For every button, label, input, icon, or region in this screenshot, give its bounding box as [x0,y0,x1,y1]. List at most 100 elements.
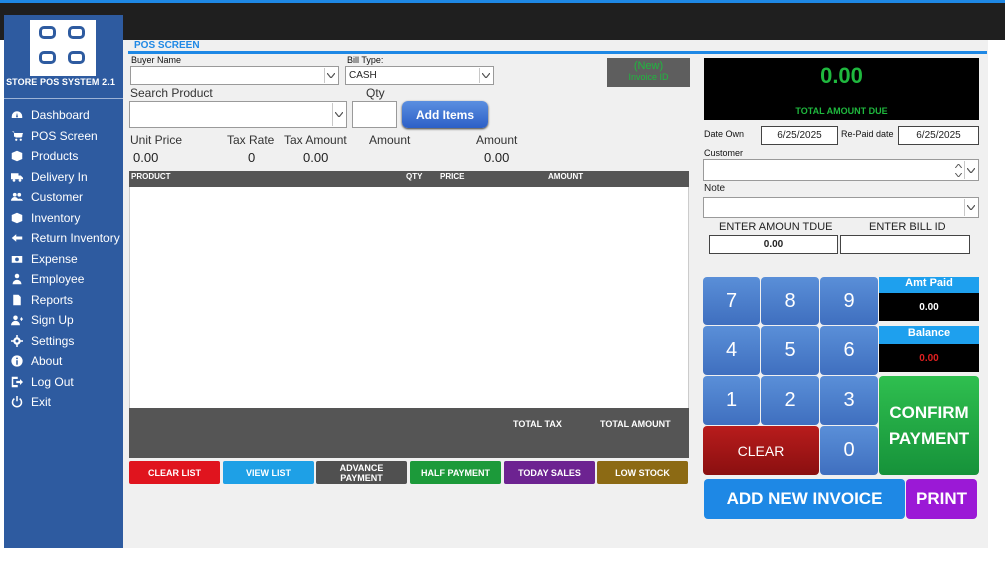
total-tax-label: TOTAL TAX [513,419,562,429]
sidebar-item-settings[interactable]: Settings [8,332,120,350]
column-header-product[interactable]: PRODUCT [131,172,171,181]
amount-value: 0.00 [484,150,510,165]
invoice-id-label: Invoice ID [628,72,669,82]
screen-title: POS SCREEN [134,40,200,51]
note-label: Note [704,183,726,194]
invoice-id-badge: (New) Invoice ID [607,58,690,87]
today-sales-button[interactable]: TODAY SALES [504,461,595,484]
chevron-down-icon[interactable] [964,199,977,216]
sidebar-item-sign-up[interactable]: Sign Up [8,311,120,329]
sidebar-item-expense[interactable]: Expense [8,250,120,268]
repaid-date-field[interactable]: 6/25/2025 [898,126,979,145]
chevron-down-icon[interactable] [964,161,977,179]
total-amount-value: 0.00 [820,63,863,88]
keypad-0-button[interactable]: 0 [820,426,878,475]
advance-payment-label-2: PAYMENT [340,472,383,483]
sidebar-item-pos-screen[interactable]: POS Screen [8,127,120,145]
confirm-payment-button[interactable]: CONFIRM PAYMENT [879,376,979,475]
sidebar-item-log-out[interactable]: Log Out [8,373,120,391]
spinner-icon[interactable] [953,161,963,179]
sidebar-item-customer[interactable]: Customer [8,188,120,206]
buyer-name-dropdown[interactable] [130,66,339,85]
chevron-down-icon[interactable] [324,68,337,83]
return-icon [10,231,24,245]
advance-payment-label-1: ADVANCE [339,462,384,473]
view-list-button[interactable]: VIEW LIST [223,461,314,484]
tax-rate-value: 0 [248,150,256,165]
total-amount-display: 0.00 TOTAL AMOUNT DUE [704,58,979,120]
user-add-icon [10,313,24,327]
power-icon [10,395,24,409]
sidebar-item-dashboard[interactable]: Dashboard [8,106,120,124]
keypad-8-button[interactable]: 8 [761,277,819,325]
total-amount-label: TOTAL AMOUNT [600,419,671,429]
keypad-4-button[interactable]: 4 [703,326,760,375]
customer-label: Customer [704,148,744,158]
sidebar-item-delivery-in[interactable]: Delivery In [8,168,120,186]
customer-dropdown[interactable] [703,159,979,181]
sidebar-item-about[interactable]: About [8,352,120,370]
date-own-field[interactable]: 6/25/2025 [761,126,838,145]
sidebar-item-label: Employee [31,272,85,286]
print-button[interactable]: PRINT [906,479,977,519]
low-stock-button[interactable]: LOW STOCK [597,461,688,484]
items-table-footer: TOTAL TAX TOTAL AMOUNT [129,408,689,458]
column-header-amount[interactable]: AMOUNT [548,172,583,181]
chevron-down-icon[interactable] [332,103,345,126]
sidebar-item-return-inventory[interactable]: Return Inventory [8,229,120,247]
balance-value: 0.00 [879,344,979,372]
sidebar-item-employee[interactable]: Employee [8,270,120,288]
column-header-price[interactable]: PRICE [440,172,464,181]
sidebar-item-label: Inventory [31,211,81,225]
keypad-2-button[interactable]: 2 [761,376,819,425]
keypad-3-button[interactable]: 3 [820,376,878,425]
amount-total-label: Amount [476,133,518,147]
repaid-date-label: Re-Paid date [841,129,894,139]
keypad-7-button[interactable]: 7 [703,277,760,325]
enter-amount-due-input[interactable]: 0.00 [709,235,838,254]
advance-payment-button[interactable]: ADVANCE PAYMENT [316,461,407,484]
note-dropdown[interactable] [703,197,979,218]
sidebar-item-label: Expense [31,252,78,266]
sidebar-item-reports[interactable]: Reports [8,291,120,309]
sidebar-item-label: Settings [31,334,75,348]
bill-type-label: Bill Type: [347,55,384,65]
search-product-label: Search Product [130,86,213,100]
half-payment-button[interactable]: HALF PAYMENT [410,461,501,484]
box-icon [10,149,24,163]
items-table-body[interactable] [129,187,689,408]
column-header-qty[interactable]: QTY [406,172,422,181]
bill-type-value: CASH [349,70,377,81]
brand-name: STORE POS SYSTEM 2.1 [6,77,115,87]
chevron-down-icon[interactable] [479,68,492,83]
keypad-5-button[interactable]: 5 [761,326,819,375]
bill-type-dropdown[interactable]: CASH [345,66,494,85]
dashboard-icon [10,108,24,122]
users-icon [10,190,24,204]
screen-title-underline [128,51,987,54]
add-new-invoice-button[interactable]: ADD NEW INVOICE [704,479,905,519]
amount-label: Amount [369,133,411,147]
amt-paid-value: 0.00 [879,293,979,321]
keypad-9-button[interactable]: 9 [820,277,878,325]
add-items-button[interactable]: Add Items [402,101,488,128]
sidebar-item-inventory[interactable]: Inventory [8,209,120,227]
keypad-1-button[interactable]: 1 [703,376,760,425]
sidebar-item-label: Log Out [31,375,74,389]
sidebar-item-exit[interactable]: Exit [8,393,120,411]
confirm-payment-label-2: PAYMENT [888,428,970,448]
enter-bill-id-input[interactable] [840,235,970,254]
sidebar-item-products[interactable]: Products [8,147,120,165]
sidebar-item-label: Exit [31,395,52,409]
logout-icon [10,375,24,389]
qty-input[interactable] [352,101,397,128]
tax-rate-label: Tax Rate [227,133,275,147]
clear-button[interactable]: CLEAR [703,426,819,475]
tax-amount-value: 0.00 [303,150,329,165]
search-product-dropdown[interactable] [129,101,347,128]
clear-list-button[interactable]: CLEAR LIST [129,461,220,484]
window-edge [988,40,1005,569]
keypad-6-button[interactable]: 6 [820,326,878,375]
box-icon [10,211,24,225]
document-icon [10,293,24,307]
